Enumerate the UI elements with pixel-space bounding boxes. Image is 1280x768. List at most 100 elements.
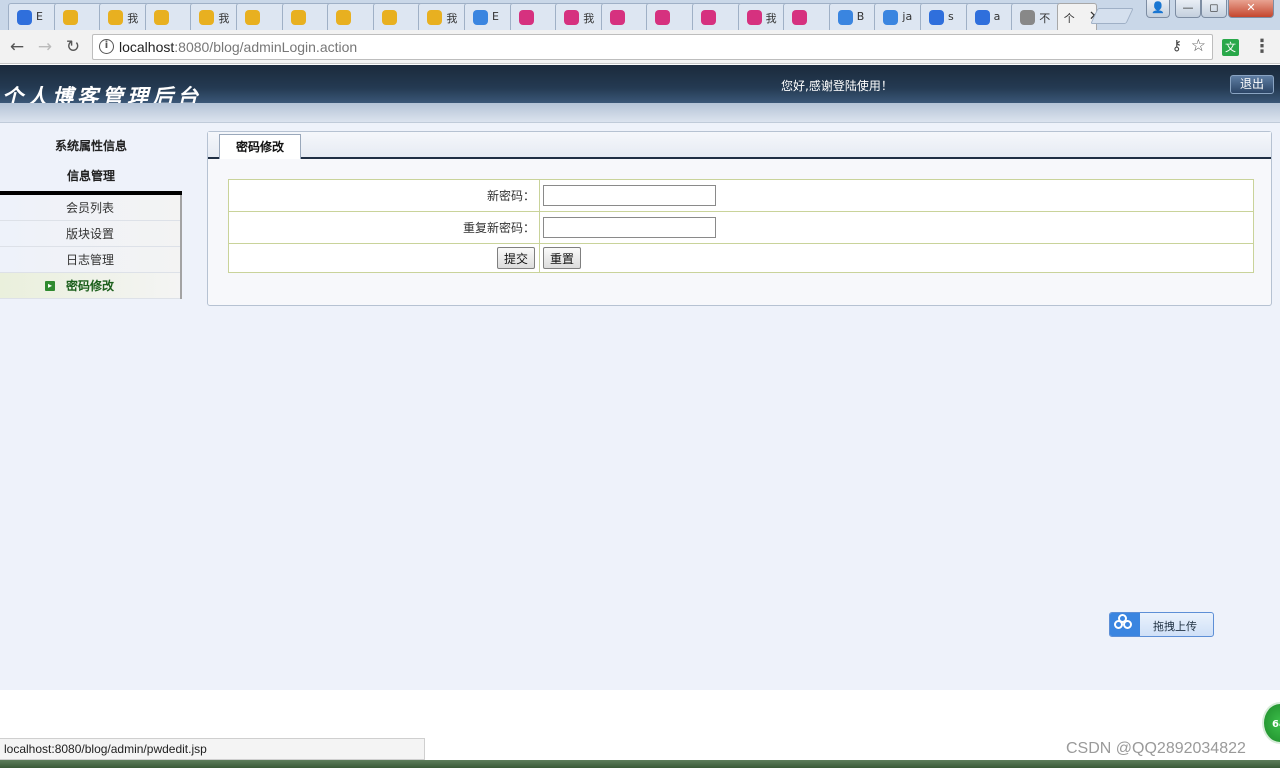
baidu-cloud-icon <box>473 10 488 25</box>
pink-square-icon <box>564 10 580 25</box>
baidu-paw-icon <box>929 10 944 25</box>
browser-tab-title: 我 <box>218 12 230 25</box>
pink-square-icon <box>701 10 716 25</box>
minimize-button[interactable]: — <box>1175 0 1201 18</box>
form-row-repeat-password: 重复新密码： <box>228 211 1254 244</box>
browser-tab[interactable] <box>144 3 195 30</box>
user-profile-icon[interactable]: 👤 <box>1146 0 1170 18</box>
browser-tab-title: E <box>36 10 43 23</box>
tea-cup-icon <box>199 10 215 25</box>
new-tab-button[interactable] <box>1090 8 1134 24</box>
submit-button[interactable]: 提交 <box>496 247 535 269</box>
sidebar-item-label: 日志管理 <box>65 253 114 267</box>
browser-tab[interactable]: 个✕ <box>1056 3 1100 31</box>
back-arrow-icon[interactable]: ← <box>6 36 28 58</box>
new-password-label: 新密码： <box>228 179 540 212</box>
browser-tab[interactable] <box>327 3 378 30</box>
browser-tab-title: a <box>993 10 1001 23</box>
key-icon[interactable]: ⚷ <box>1172 38 1182 54</box>
address-url: localhost:8080/blog/adminLogin.action <box>119 39 358 55</box>
browser-tab[interactable]: B <box>828 3 879 30</box>
browser-tab-title: 我 <box>583 12 595 25</box>
sidebar-section-system-info[interactable]: 系统属性信息 <box>0 131 182 161</box>
forward-arrow-icon[interactable]: → <box>34 36 56 58</box>
browser-tab[interactable] <box>509 3 560 30</box>
tea-cup-icon <box>108 10 124 25</box>
browser-tab-title: E <box>492 10 499 23</box>
browser-tab[interactable] <box>646 3 697 30</box>
reset-button[interactable]: 重置 <box>543 247 582 269</box>
browser-tab[interactable] <box>692 3 742 30</box>
browser-tab-title: ja <box>902 10 913 23</box>
browser-tab[interactable]: 我 <box>190 3 241 30</box>
browser-tab[interactable]: E <box>464 3 514 30</box>
browser-tab-title: s <box>948 10 954 23</box>
browser-tab[interactable] <box>281 3 332 30</box>
logout-button[interactable]: 退出 <box>1230 75 1274 94</box>
page-viewport: 个人博客管理后台 您好,感谢登陆使用！ 退出 系统属性信息 信息管理 会员列表 … <box>0 65 1280 690</box>
browser-tab-title: 我 <box>446 12 458 25</box>
browser-tab[interactable] <box>372 3 423 30</box>
password-form: 新密码： 重复新密码： 提交 重置 <box>228 179 1254 273</box>
browser-tab[interactable]: s <box>920 3 970 30</box>
tea-cup-icon <box>153 10 169 25</box>
browser-tab-title: 个 <box>1063 12 1075 25</box>
os-taskbar <box>0 760 1280 768</box>
sidebar-item-change-password[interactable]: ▸ 密码修改 <box>0 273 180 299</box>
sidebar-item-log-management[interactable]: 日志管理 <box>0 247 180 273</box>
form-row-buttons: 提交 重置 <box>228 243 1254 273</box>
tea-cup-icon <box>290 10 306 25</box>
baidu-cloud-icon <box>883 10 899 25</box>
pink-square-icon <box>746 10 762 25</box>
sidebar: 系统属性信息 信息管理 会员列表 版块设置 日志管理 ▸ 密码修改 <box>0 131 182 299</box>
browser-tab[interactable]: 不 <box>1011 3 1062 30</box>
browser-menu-icon[interactable]: ⋮ <box>1253 36 1271 57</box>
repeat-password-input[interactable] <box>543 217 716 238</box>
maximize-button[interactable]: ◻ <box>1201 0 1227 18</box>
browser-tab[interactable] <box>53 3 104 30</box>
pink-square-icon <box>792 10 808 25</box>
browser-tab[interactable]: ja <box>874 3 925 30</box>
sidebar-item-label: 版块设置 <box>65 227 114 241</box>
browser-tab[interactable] <box>600 3 651 30</box>
sidebar-item-label: 密码修改 <box>65 279 114 293</box>
browser-tab-title: 我 <box>127 12 139 25</box>
baidu-cloud-icon <box>1110 613 1140 636</box>
browser-tab[interactable] <box>783 3 834 30</box>
tea-cup-icon <box>427 10 443 25</box>
sidebar-menu: 会员列表 版块设置 日志管理 ▸ 密码修改 <box>0 195 182 299</box>
password-panel: 密码修改 新密码： 重复新密码： 提交 重置 <box>207 131 1272 306</box>
site-info-icon[interactable]: i <box>99 39 114 54</box>
reload-icon[interactable]: ↻ <box>62 36 84 58</box>
sidebar-item-member-list[interactable]: 会员列表 <box>0 195 180 221</box>
speed-badge[interactable]: 64 <box>1262 702 1280 744</box>
page-icon <box>1020 10 1036 25</box>
sidebar-section-info-management[interactable]: 信息管理 <box>0 161 182 191</box>
pink-square-icon <box>655 10 671 25</box>
tea-cup-icon <box>62 10 78 25</box>
browser-tab[interactable]: a <box>965 3 1016 30</box>
browser-tab-title: B <box>856 10 865 23</box>
browser-tab[interactable] <box>236 3 286 30</box>
translate-icon[interactable]: 文 <box>1222 39 1239 56</box>
bookmark-star-icon[interactable]: ☆ <box>1191 36 1206 56</box>
browser-tab[interactable]: E <box>8 3 58 30</box>
tab-change-password[interactable]: 密码修改 <box>219 134 301 159</box>
pink-square-icon <box>609 10 625 25</box>
close-window-button[interactable]: ✕ <box>1228 0 1274 18</box>
baidu-cloud-icon <box>837 10 853 25</box>
browser-tab[interactable]: 我 <box>737 3 788 30</box>
browser-tab[interactable]: 我 <box>99 3 150 30</box>
new-password-input[interactable] <box>543 185 716 206</box>
status-bar-url: localhost:8080/blog/admin/pwdedit.jsp <box>0 738 425 760</box>
browser-toolbar: ← → ↻ i localhost:8080/blog/adminLogin.a… <box>0 30 1280 64</box>
watermark-text: CSDN @QQ2892034822 <box>1066 740 1246 757</box>
sidebar-item-section-settings[interactable]: 版块设置 <box>0 221 180 247</box>
baidu-paw-icon <box>17 10 32 25</box>
drag-upload-button[interactable]: 拖拽上传 <box>1109 612 1214 637</box>
address-bar[interactable]: i localhost:8080/blog/adminLogin.action … <box>92 34 1213 60</box>
browser-tab-strip: E 我 我 我 E 我 我 Bja s a 不个✕ 👤 — ◻ ✕ <box>0 0 1280 31</box>
tea-cup-icon <box>336 10 352 25</box>
browser-tab[interactable]: 我 <box>418 3 469 30</box>
browser-tab[interactable]: 我 <box>555 3 606 30</box>
